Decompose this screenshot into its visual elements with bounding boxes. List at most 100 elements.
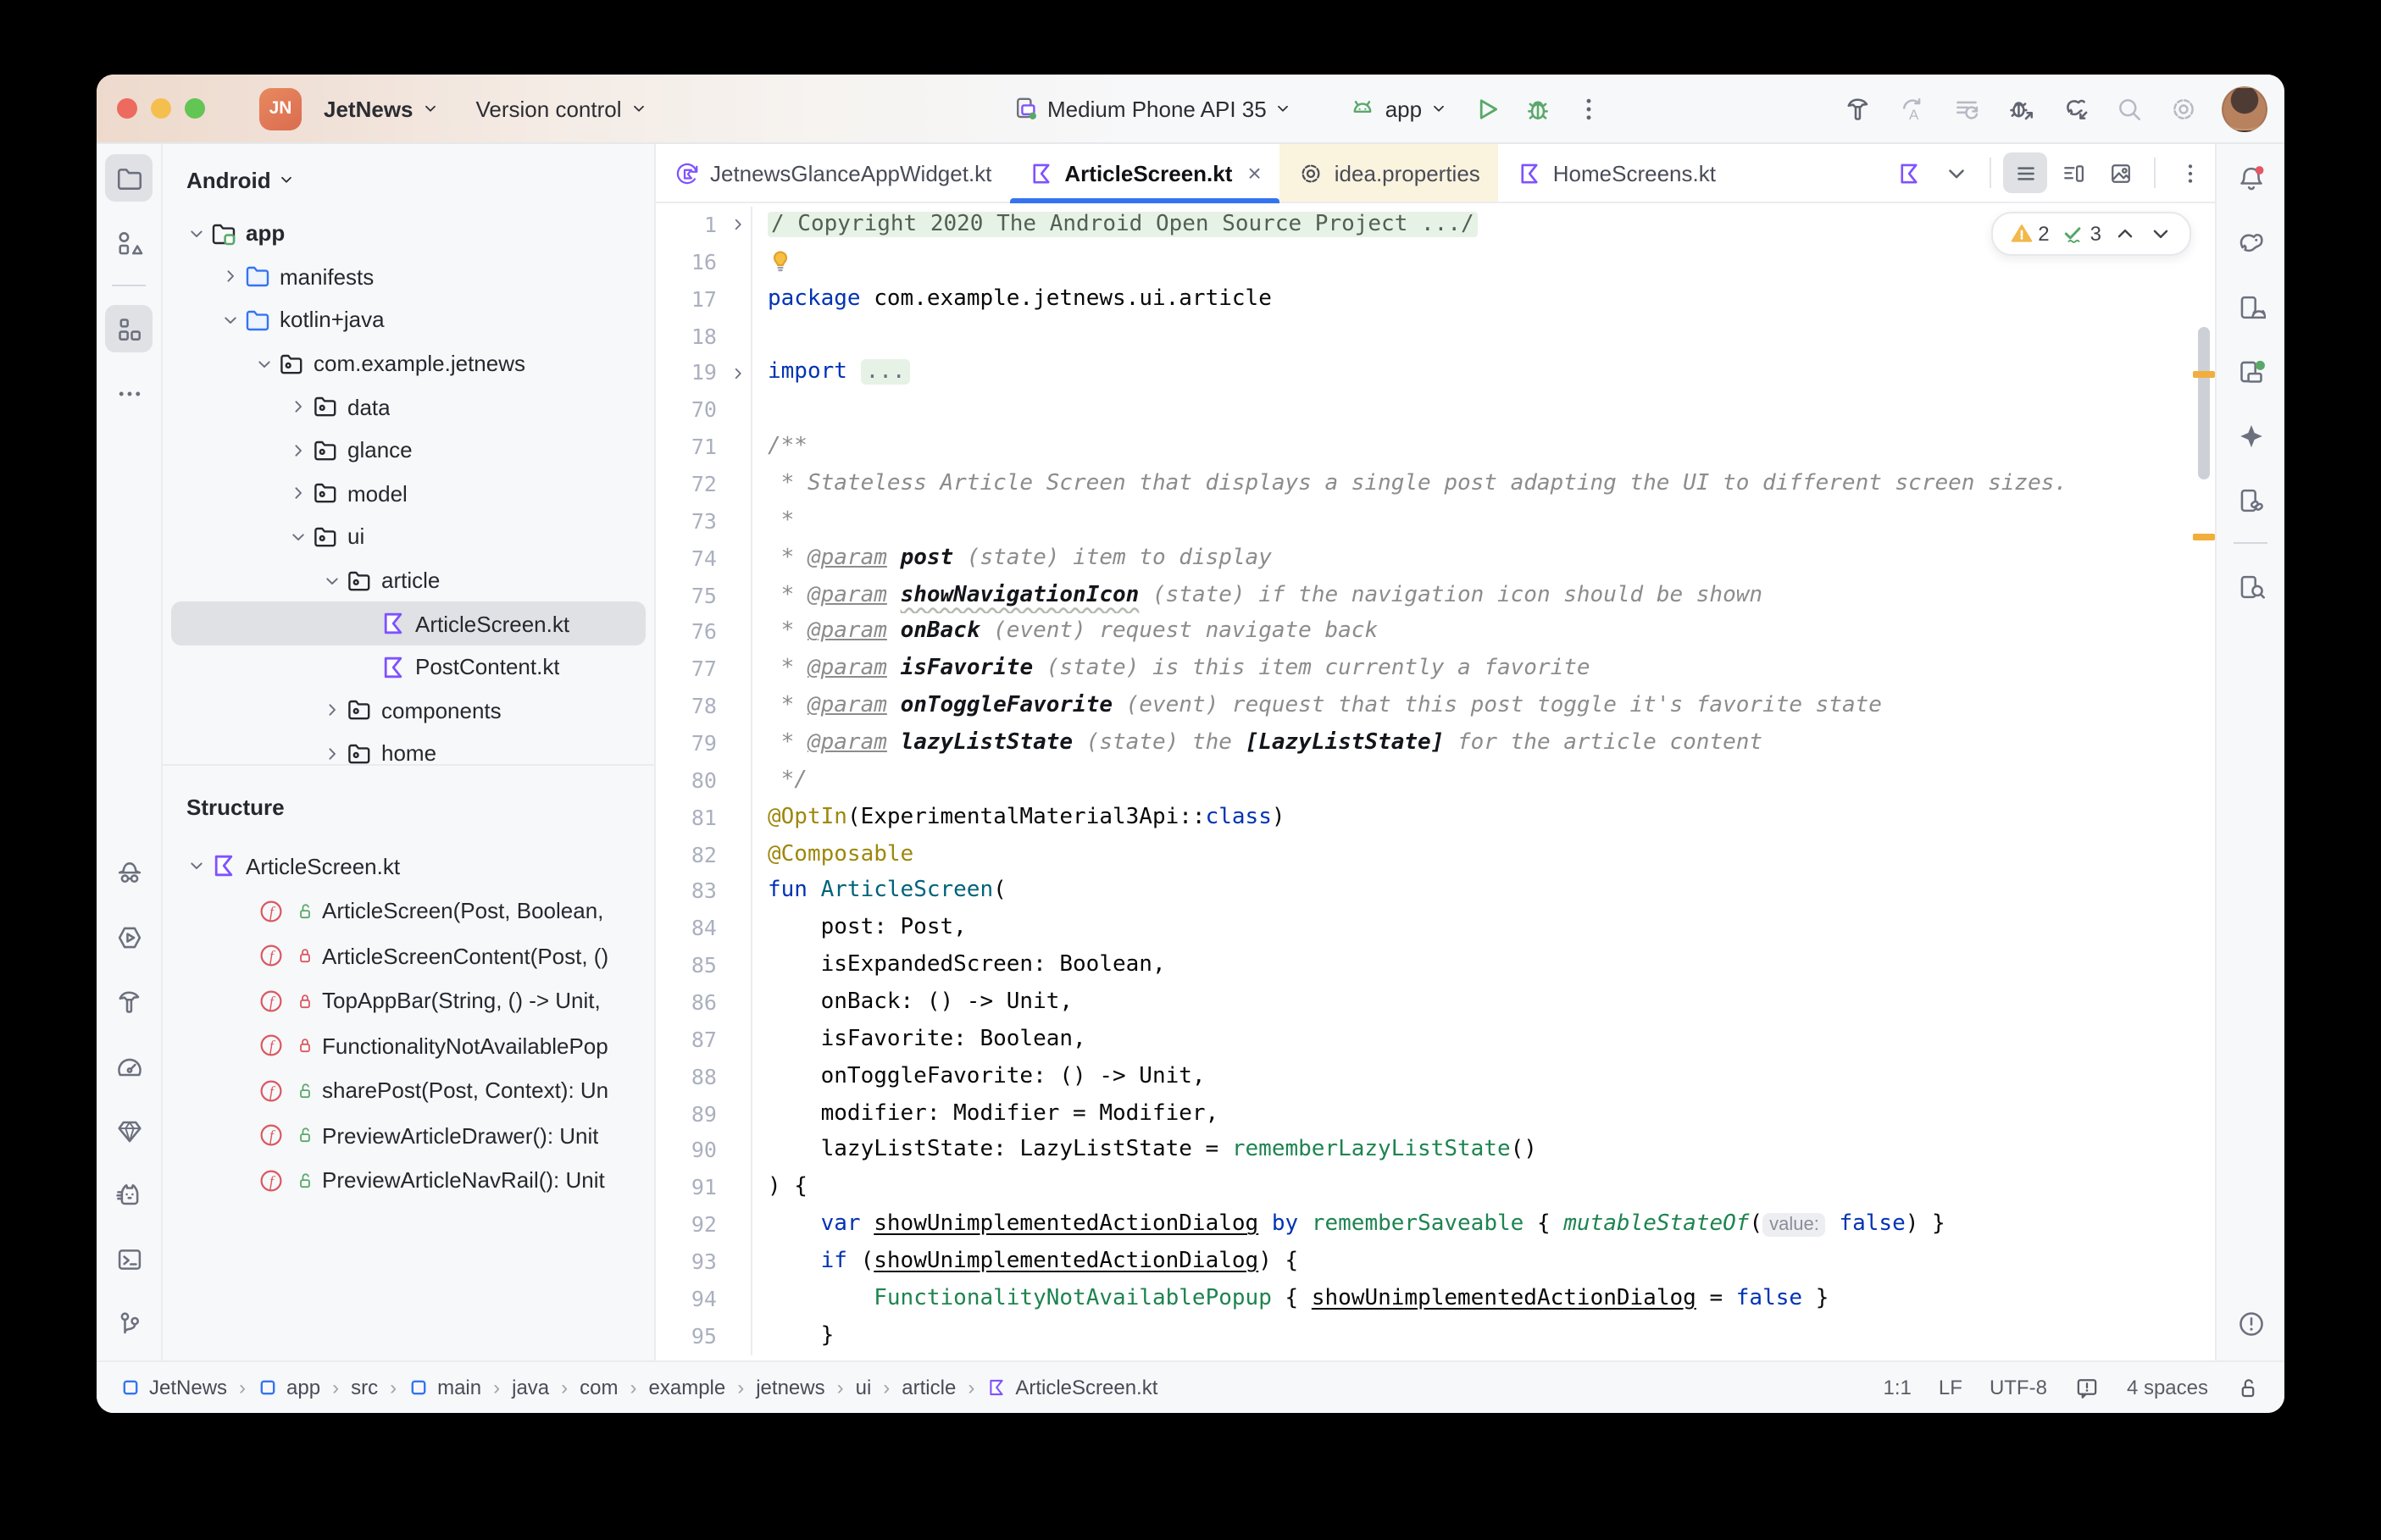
- weak-warnings-indicator[interactable]: 3: [2062, 222, 2101, 246]
- tool-gemini-sparkle-button[interactable]: [2227, 412, 2274, 459]
- lock-open-gray-status-button[interactable]: [2235, 1375, 2261, 1400]
- code-line-95[interactable]: 95 }: [656, 1318, 2215, 1355]
- run-tasks-button[interactable]: [1944, 86, 1988, 130]
- tool-device-explorer-button[interactable]: [2227, 562, 2274, 610]
- debug-bug-button[interactable]: [1515, 86, 1559, 130]
- status-1-1[interactable]: 1:1: [1884, 1376, 1912, 1399]
- code-text[interactable]: modifier: Modifier = Modifier,: [751, 1095, 2215, 1133]
- breadcrumb-jetnews[interactable]: jetnews: [756, 1376, 824, 1399]
- breadcrumb-main[interactable]: main: [408, 1376, 481, 1399]
- tree-item-sharepost-post-context-un[interactable]: fsharePost(Post, Context): Un: [163, 1068, 654, 1113]
- code-line-85[interactable]: 85 isExpandedScreen: Boolean,: [656, 947, 2215, 984]
- status-4-spaces[interactable]: 4 spaces: [2127, 1376, 2208, 1399]
- split-view-view-button[interactable]: [2051, 152, 2095, 193]
- code-text[interactable]: var showUnimplementedActionDialog by rem…: [751, 1206, 2215, 1244]
- code-line-80[interactable]: 80 */: [656, 762, 2215, 800]
- tree-item-home[interactable]: home: [163, 732, 654, 764]
- tool-problems-button[interactable]: [2227, 1299, 2274, 1347]
- inspections-widget[interactable]: 23: [1990, 212, 2191, 256]
- code-text[interactable]: [751, 392, 2215, 429]
- code-line-18[interactable]: 18: [656, 318, 2215, 355]
- tool-project-folder-button[interactable]: [105, 154, 153, 202]
- tool-more-horizontal-button[interactable]: [105, 369, 153, 417]
- code-text[interactable]: *: [751, 503, 2215, 540]
- close-tab-icon[interactable]: ×: [1247, 159, 1261, 186]
- warning-stripe-mark[interactable]: [2193, 534, 2215, 540]
- tool-device-manager-button[interactable]: [2227, 347, 2274, 395]
- code-text[interactable]: isFavorite: Boolean,: [751, 1022, 2215, 1059]
- build-hammer-button[interactable]: [1835, 86, 1879, 130]
- fold-toggle[interactable]: [725, 207, 751, 244]
- run-play-button[interactable]: [1464, 86, 1508, 130]
- code-text[interactable]: @OptIn(ExperimentalMaterial3Api::class): [751, 800, 2215, 837]
- code-text[interactable]: onToggleFavorite: () -> Unit,: [751, 1059, 2215, 1096]
- code-text[interactable]: * @param onToggleFavorite (event) reques…: [751, 688, 2215, 725]
- editor-scrollbar[interactable]: [2198, 327, 2210, 479]
- code-line-71[interactable]: 71/**: [656, 429, 2215, 466]
- code-line-19[interactable]: 19import ...: [656, 355, 2215, 392]
- tree-item-previewarticlenavrail-unit[interactable]: fPreviewArticleNavRail(): Unit: [163, 1158, 654, 1203]
- tree-item-kotlin-java[interactable]: kotlin+java: [163, 298, 654, 341]
- tool-services-button[interactable]: [105, 913, 153, 961]
- code-line-82[interactable]: 82@Composable: [656, 836, 2215, 873]
- code-line-87[interactable]: 87 isFavorite: Boolean,: [656, 1022, 2215, 1059]
- project-menu[interactable]: JetNews: [317, 91, 446, 126]
- code-text[interactable]: post: Post,: [751, 911, 2215, 948]
- tree-item-articlescreen-kt[interactable]: ArticleScreen.kt: [171, 602, 646, 645]
- tool-app-inspection-button[interactable]: [105, 849, 153, 896]
- kebab-view-button[interactable]: [2167, 152, 2212, 193]
- code-line-75[interactable]: 75 * @param showNavigationIcon (state) i…: [656, 577, 2215, 614]
- code-text[interactable]: */: [751, 762, 2215, 800]
- close-window-button[interactable]: [117, 98, 137, 119]
- code-text[interactable]: onBack: () -> Unit,: [751, 984, 2215, 1022]
- tool-device-mirror-button[interactable]: [2227, 476, 2274, 523]
- search-button[interactable]: [2106, 86, 2151, 130]
- code-text[interactable]: * @param showNavigationIcon (state) if t…: [751, 577, 2215, 614]
- code-line-76[interactable]: 76 * @param onBack (event) request navig…: [656, 614, 2215, 651]
- code-text[interactable]: lazyListState: LazyListState = rememberL…: [751, 1133, 2215, 1170]
- status-utf-8[interactable]: UTF-8: [1990, 1376, 2047, 1399]
- gradle-sync-button[interactable]: [2052, 86, 2096, 130]
- breadcrumb-com[interactable]: com: [580, 1376, 618, 1399]
- tool-gradle-button[interactable]: [2227, 219, 2274, 266]
- tree-item-article[interactable]: article: [163, 559, 654, 602]
- code-text[interactable]: if (showUnimplementedActionDialog) {: [751, 1244, 2215, 1281]
- tree-item-glance[interactable]: glance: [163, 429, 654, 472]
- code-line-70[interactable]: 70: [656, 392, 2215, 429]
- kebab-button[interactable]: [1566, 86, 1610, 130]
- run-configuration-selector[interactable]: app: [1343, 90, 1454, 127]
- sync-a-button[interactable]: A: [1890, 86, 1934, 130]
- tree-item-data[interactable]: data: [163, 385, 654, 429]
- tree-item-functionalitynotavailablepop[interactable]: fFunctionalityNotAvailablePop: [163, 1023, 654, 1068]
- code-line-84[interactable]: 84 post: Post,: [656, 911, 2215, 948]
- tab-jetnewsglanceappwidget-kt[interactable]: JetnewsGlanceAppWidget.kt: [656, 144, 1010, 202]
- design-view-view-button[interactable]: [2098, 152, 2142, 193]
- inspections-bubble-status-button[interactable]: [2074, 1375, 2100, 1400]
- code-line-17[interactable]: 17package com.example.jetnews.ui.article: [656, 280, 2215, 318]
- tab-homescreens-kt[interactable]: HomeScreens.kt: [1499, 144, 1734, 202]
- tool-structure-tool-button[interactable]: [105, 305, 153, 352]
- breadcrumb-java[interactable]: java: [512, 1376, 549, 1399]
- code-line-92[interactable]: 92 var showUnimplementedActionDialog by …: [656, 1206, 2215, 1244]
- next-problem-button[interactable]: [2149, 222, 2173, 246]
- kotlin-view-button[interactable]: [1886, 152, 1930, 193]
- tree-item-articlescreen-post-boolean-[interactable]: fArticleScreen(Post, Boolean,: [163, 889, 654, 933]
- vcs-menu[interactable]: Version control: [469, 91, 654, 126]
- tool-build-hammer-button[interactable]: [105, 978, 153, 1025]
- code-text[interactable]: fun ArticleScreen(: [751, 873, 2215, 911]
- breadcrumb-jetnews[interactable]: JetNews: [120, 1376, 227, 1399]
- code-text[interactable]: /**: [751, 429, 2215, 466]
- breadcrumb-articlescreen-kt[interactable]: ArticleScreen.kt: [986, 1376, 1157, 1399]
- code-text[interactable]: * @param lazyListState (state) the [Lazy…: [751, 725, 2215, 762]
- breadcrumb-app[interactable]: app: [258, 1376, 320, 1399]
- tree-item-app[interactable]: app: [163, 212, 654, 255]
- tree-item-previewarticledrawer-unit[interactable]: fPreviewArticleDrawer(): Unit: [163, 1113, 654, 1158]
- code-line-88[interactable]: 88 onToggleFavorite: () -> Unit,: [656, 1059, 2215, 1096]
- code-text[interactable]: import ...: [751, 355, 2215, 392]
- warnings-indicator[interactable]: 2: [2009, 222, 2049, 246]
- code-line-94[interactable]: 94 FunctionalityNotAvailablePopup { show…: [656, 1281, 2215, 1318]
- tool-app-quality-insights-button[interactable]: [105, 1106, 153, 1154]
- code-text[interactable]: }: [751, 1318, 2215, 1355]
- code-line-79[interactable]: 79 * @param lazyListState (state) the [L…: [656, 725, 2215, 762]
- minimize-window-button[interactable]: [151, 98, 171, 119]
